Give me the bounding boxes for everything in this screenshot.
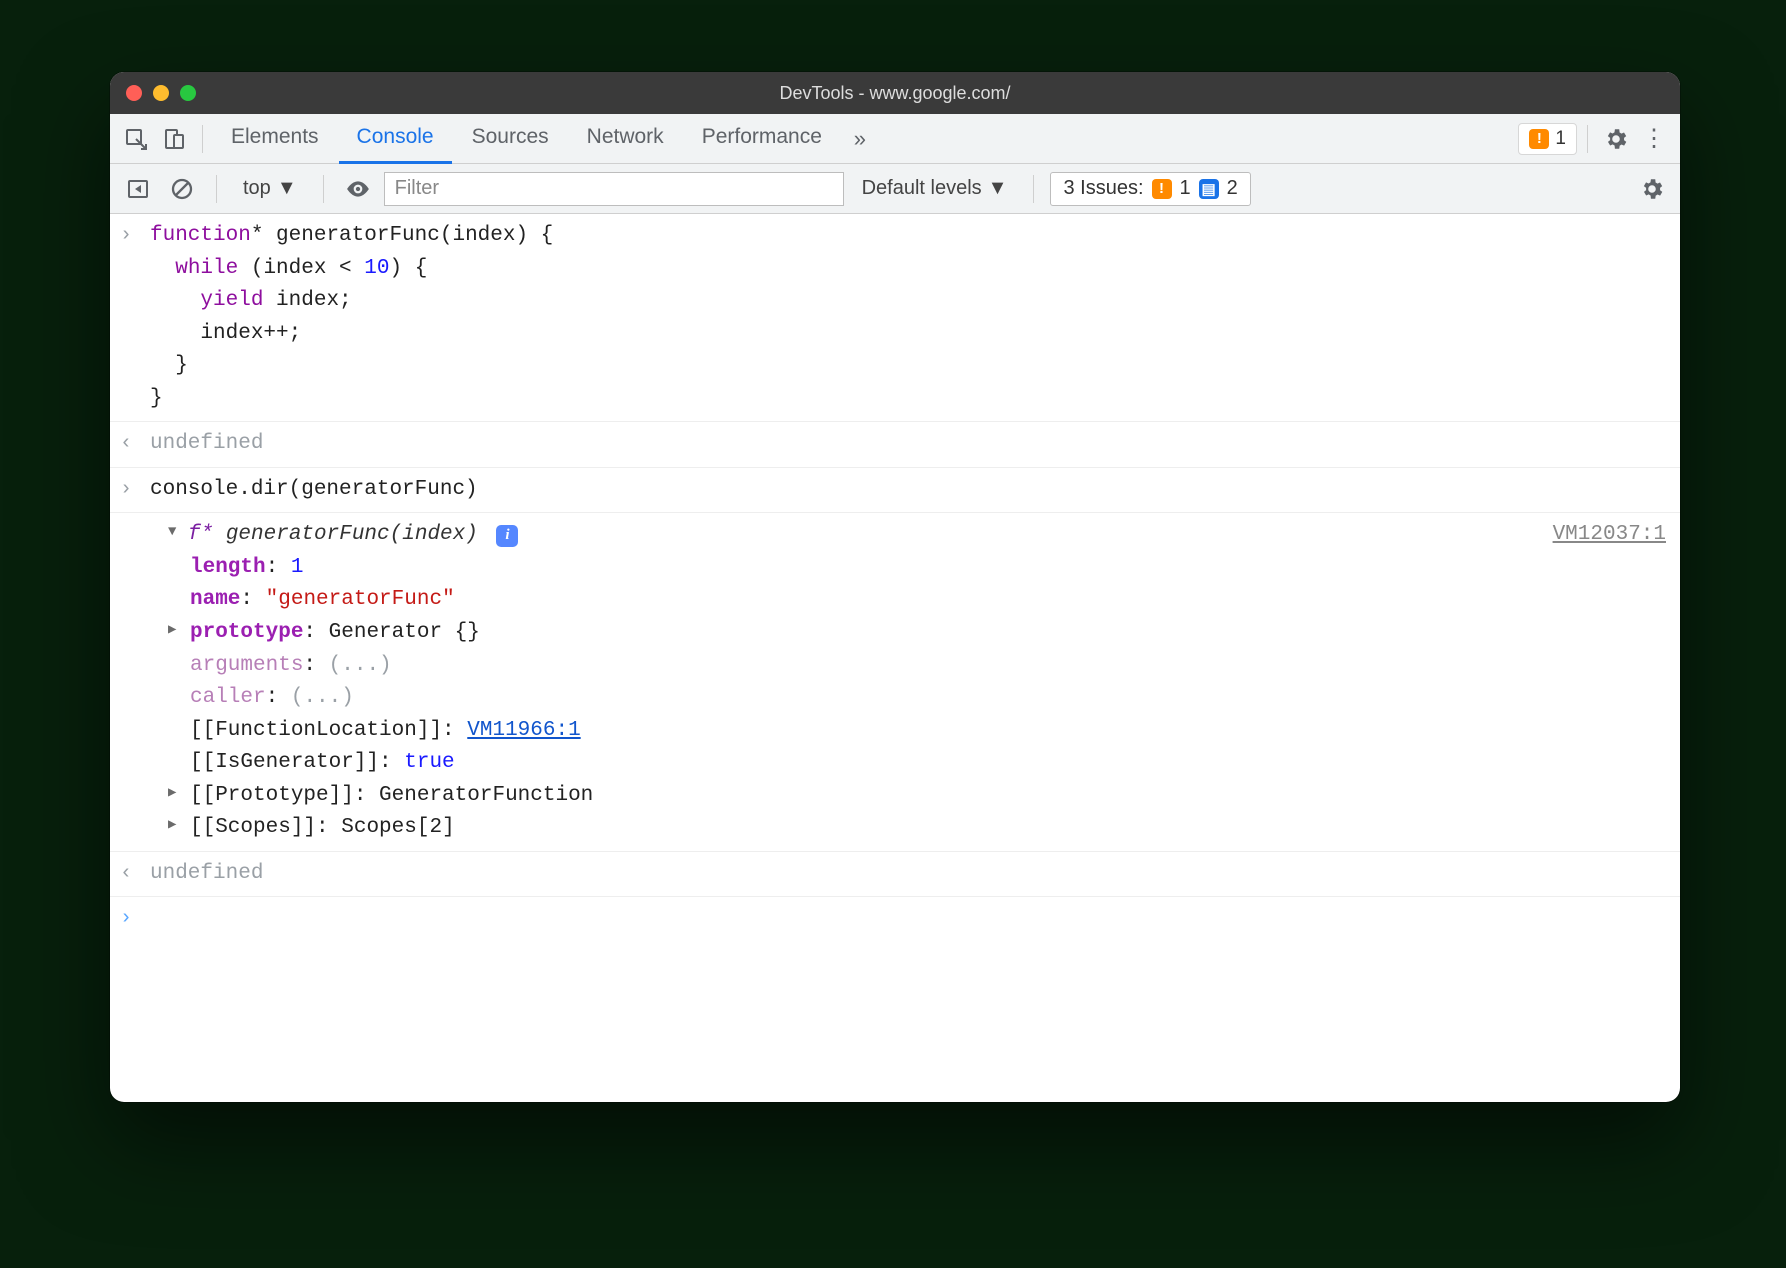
separator: [202, 125, 203, 153]
separator: [323, 175, 324, 203]
object-header[interactable]: f* generatorFunc(index) i: [168, 519, 1666, 552]
return-value: undefined: [150, 862, 263, 885]
tab-console[interactable]: Console: [339, 114, 452, 164]
separator: [1587, 125, 1588, 153]
device-toolbar-icon[interactable]: [156, 121, 192, 157]
more-tabs-icon[interactable]: »: [842, 121, 878, 157]
warning-icon: !: [1529, 129, 1549, 149]
prompt-chevron-icon: ›: [120, 903, 132, 934]
window-title: DevTools - www.google.com/: [110, 83, 1680, 104]
panel-tabstrip: Elements Console Sources Network Perform…: [110, 114, 1680, 164]
issues-button[interactable]: 3 Issues: ! 1 ▤ 2: [1050, 172, 1250, 206]
console-return-row: ‹ undefined: [110, 422, 1680, 468]
traffic-lights: [110, 85, 196, 101]
chevron-down-icon: ▼: [277, 177, 297, 200]
titlebar: DevTools - www.google.com/: [110, 72, 1680, 114]
devtools-window: DevTools - www.google.com/ Elements Cons…: [110, 72, 1680, 1102]
warnings-count: 1: [1555, 128, 1566, 150]
prop-is-generator[interactable]: [[IsGenerator]]: true: [168, 747, 1666, 780]
live-expression-icon[interactable]: [340, 171, 376, 207]
info-icon[interactable]: i: [496, 525, 518, 547]
tab-sources[interactable]: Sources: [454, 114, 567, 164]
filter-input[interactable]: [384, 172, 844, 206]
issues-info-count: 2: [1227, 177, 1238, 200]
prop-name[interactable]: name: "generatorFunc": [168, 584, 1666, 617]
zoom-button[interactable]: [180, 85, 196, 101]
settings-icon[interactable]: [1598, 121, 1634, 157]
chevron-down-icon: ▼: [988, 177, 1008, 200]
return-value: undefined: [150, 432, 263, 455]
issues-label: 3 Issues:: [1063, 177, 1143, 200]
input-chevron-icon: ›: [120, 220, 132, 251]
prop-arguments[interactable]: arguments: (...): [168, 650, 1666, 683]
prop-length[interactable]: length: 1: [168, 552, 1666, 585]
code-block[interactable]: function* generatorFunc(index) { while (…: [150, 220, 1666, 415]
kebab-menu-icon[interactable]: ⋮: [1636, 121, 1672, 157]
levels-label: Default levels: [862, 177, 982, 200]
console-toolbar: top ▼ Default levels ▼ 3 Issues: ! 1 ▤ 2: [110, 164, 1680, 214]
object-tree[interactable]: f* generatorFunc(index) i length: 1 name…: [150, 519, 1666, 844]
message-icon: ▤: [1199, 179, 1219, 199]
input-chevron-icon: ›: [120, 474, 132, 505]
execution-context-dropdown[interactable]: top ▼: [233, 172, 307, 206]
prop-internal-prototype[interactable]: [[Prototype]]: GeneratorFunction: [168, 780, 1666, 813]
toggle-sidebar-icon[interactable]: [120, 171, 156, 207]
minimize-button[interactable]: [153, 85, 169, 101]
warnings-badge[interactable]: ! 1: [1518, 123, 1577, 155]
console-prompt-row[interactable]: ›: [110, 897, 1680, 909]
function-sigil: f*: [188, 523, 226, 546]
context-label: top: [243, 177, 271, 200]
inspect-element-icon[interactable]: [118, 121, 154, 157]
console-input-row: › function* generatorFunc(index) { while…: [110, 214, 1680, 422]
prop-prototype[interactable]: prototype: Generator {}: [168, 617, 1666, 650]
separator: [1033, 175, 1034, 203]
separator: [216, 175, 217, 203]
return-chevron-icon: ‹: [120, 858, 132, 889]
prop-caller[interactable]: caller: (...): [168, 682, 1666, 715]
log-levels-dropdown[interactable]: Default levels ▼: [852, 172, 1018, 206]
console-return-row: ‹ undefined: [110, 852, 1680, 898]
tab-elements[interactable]: Elements: [213, 114, 337, 164]
console-dir-row: VM12037:1 f* generatorFunc(index) i leng…: [110, 513, 1680, 851]
function-signature: generatorFunc(index): [226, 523, 478, 546]
code-line[interactable]: console.dir(generatorFunc): [150, 478, 478, 501]
console-input-row: › console.dir(generatorFunc): [110, 468, 1680, 514]
return-chevron-icon: ‹: [120, 428, 132, 459]
tab-network[interactable]: Network: [569, 114, 682, 164]
vm-link[interactable]: VM11966:1: [467, 719, 580, 742]
warning-icon: !: [1152, 179, 1172, 199]
close-button[interactable]: [126, 85, 142, 101]
prop-function-location[interactable]: [[FunctionLocation]]: VM11966:1: [168, 715, 1666, 748]
console-log[interactable]: › function* generatorFunc(index) { while…: [110, 214, 1680, 1102]
prop-scopes[interactable]: [[Scopes]]: Scopes[2]: [168, 812, 1666, 845]
clear-console-icon[interactable]: [164, 171, 200, 207]
console-settings-icon[interactable]: [1634, 171, 1670, 207]
issues-warn-count: 1: [1180, 177, 1191, 200]
tab-performance[interactable]: Performance: [684, 114, 840, 164]
